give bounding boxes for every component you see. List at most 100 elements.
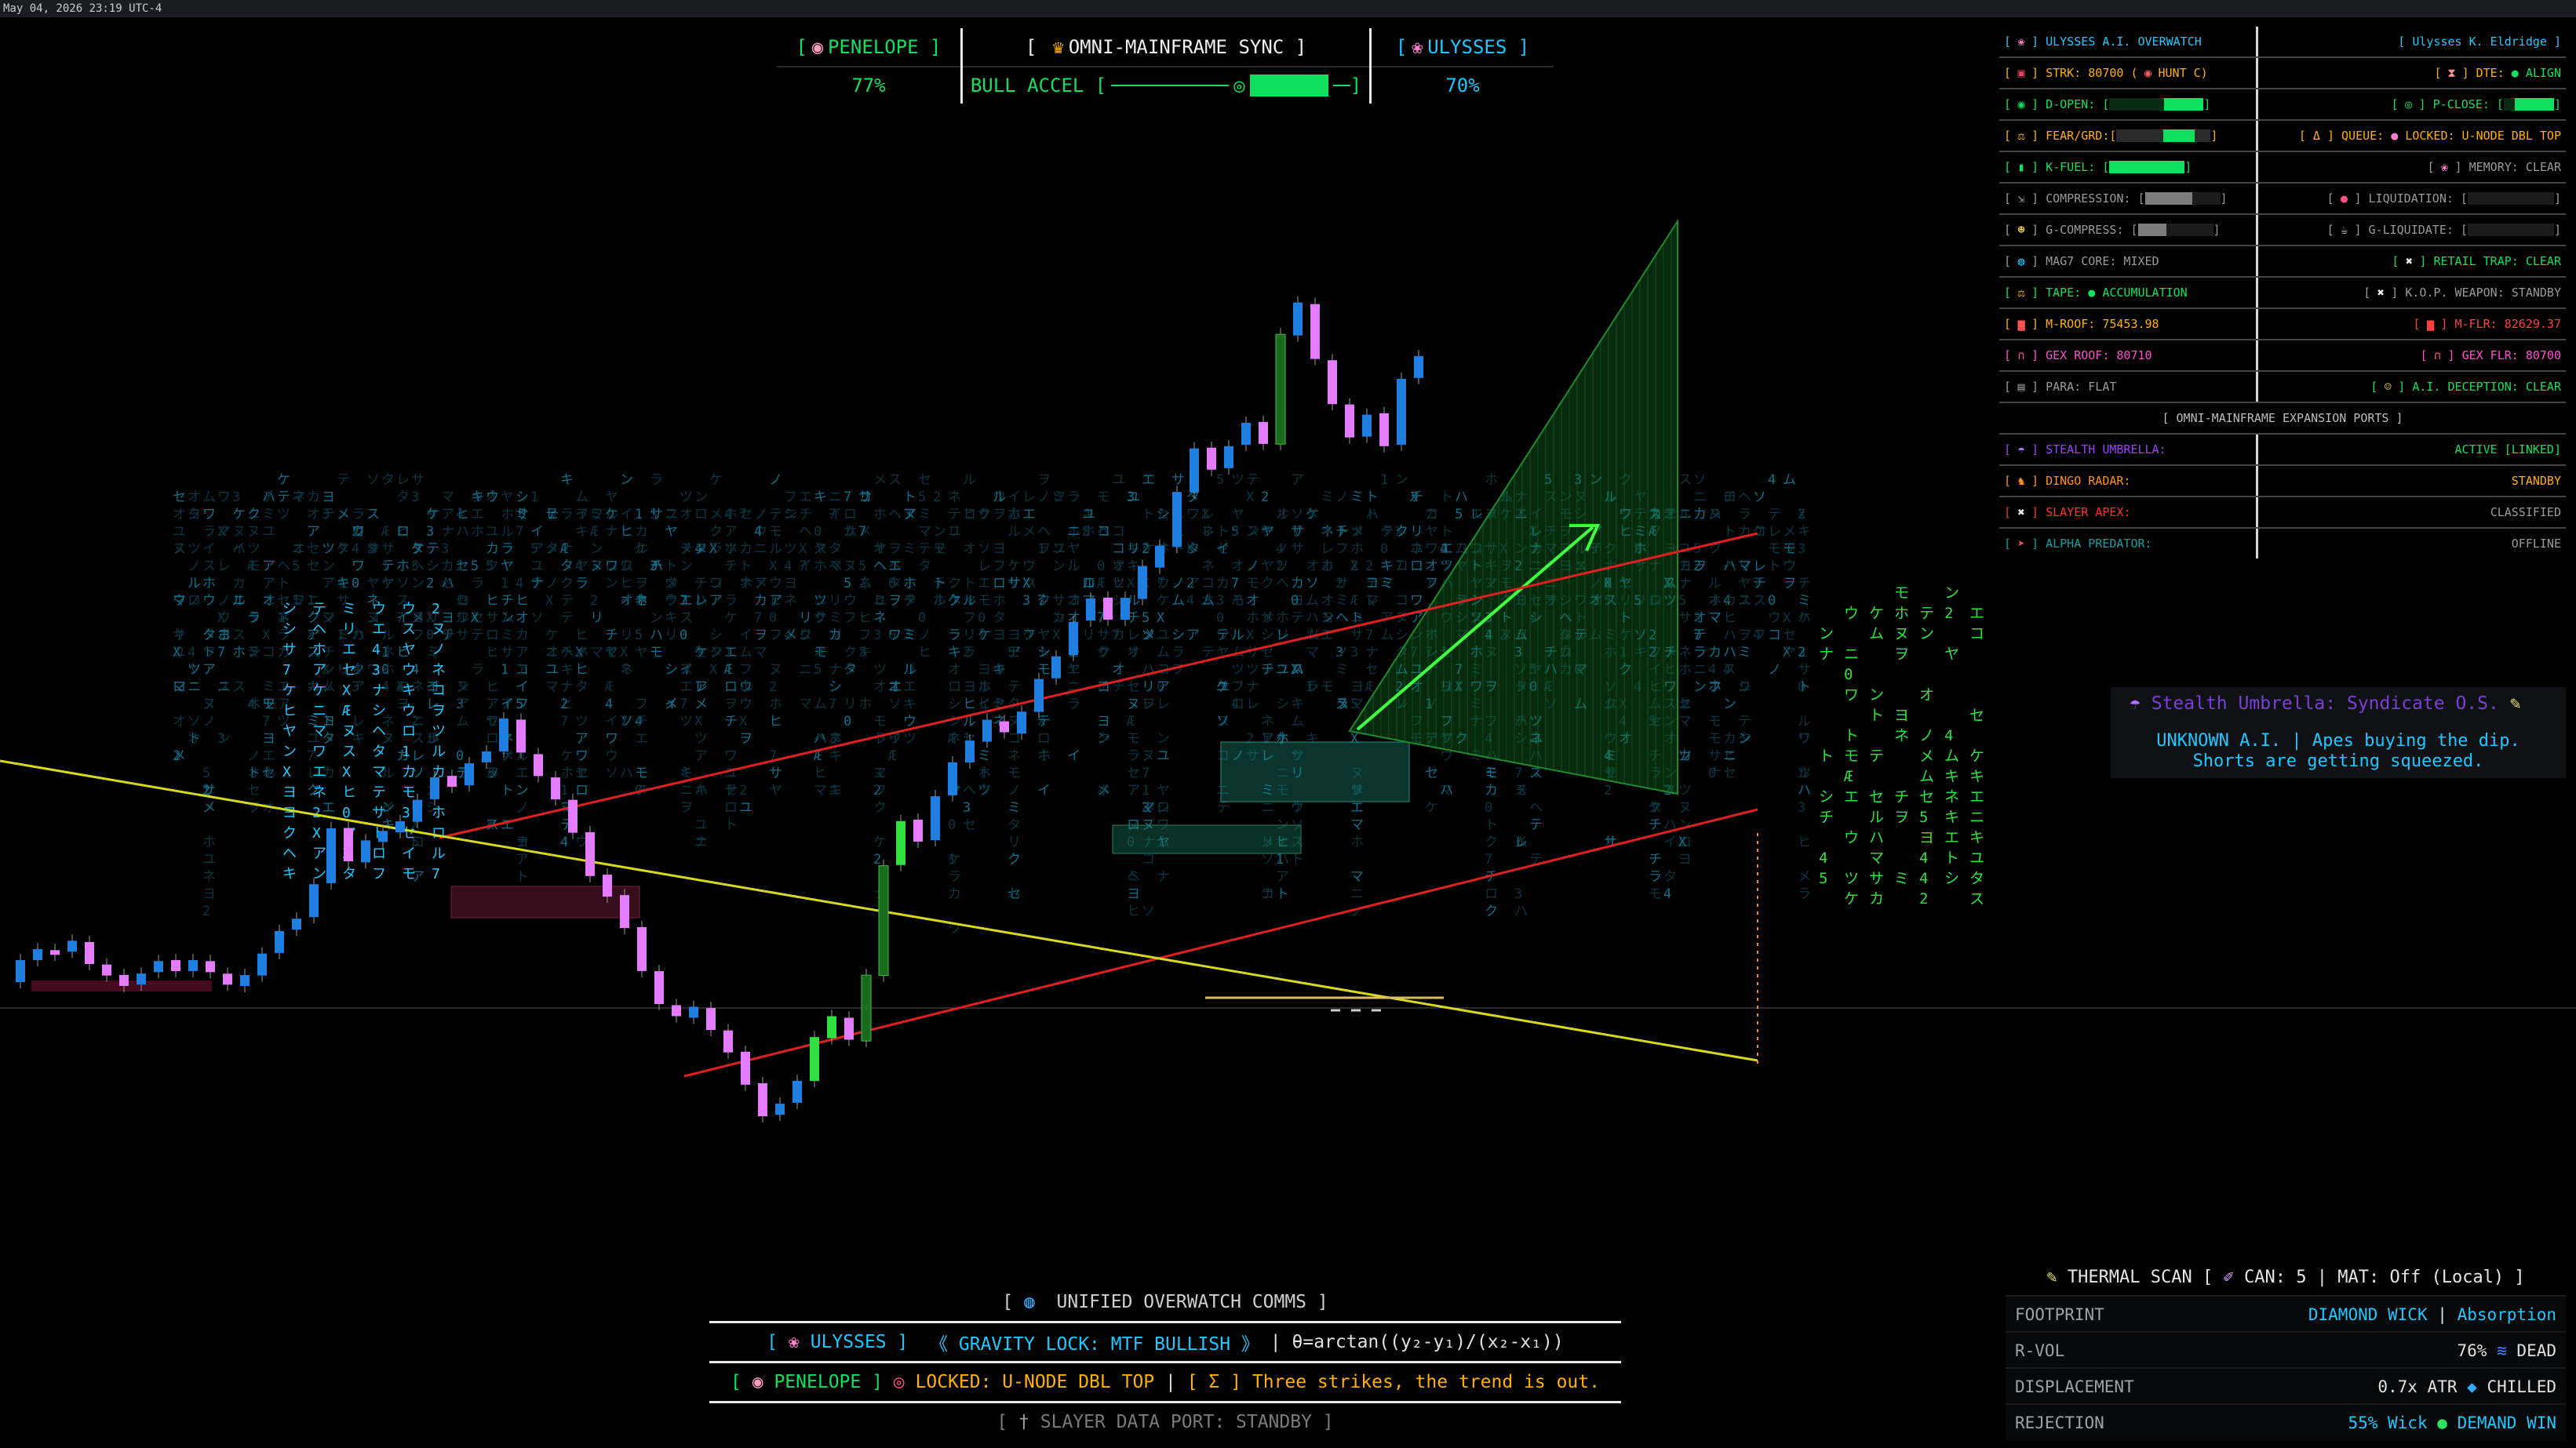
matrix-glyph: タ [1969,870,1984,887]
matrix-glyph: レ [1127,628,1140,643]
matrix-glyph: ノ [1037,489,1051,505]
matrix-glyph: ノ [432,642,446,658]
candle-body [119,974,129,986]
matrix-glyph: ヒ [342,784,356,801]
matrix-glyph: ウ [1157,576,1170,591]
matrix-glyph: テ [1216,800,1230,816]
matrix-glyph: フ [635,697,648,712]
matrix-glyph: ロ [724,800,738,816]
matrix-glyph: X [1246,628,1255,643]
matrix-glyph: テ [1380,524,1394,540]
matrix-glyph: ト [1944,850,1959,867]
matrix-glyph: テ [426,541,439,557]
matrix-glyph: タ [888,576,902,591]
matrix-glyph: サ [1291,541,1304,557]
matrix-glyph: チ [724,714,738,729]
port-slayer-apex[interactable]: [✖] SLAYER APEX: CLASSIFIED [1999,497,2566,529]
matrix-glyph: カ [1708,645,1722,660]
matrix-glyph: テ [312,601,326,617]
matrix-glyph: ヲ [993,507,1006,522]
matrix-glyph: ヒ [486,679,499,695]
candle-body [240,975,250,987]
matrix-glyph: チ [694,576,708,591]
matrix-glyph: セ [1723,766,1736,781]
matrix-glyph: イ [1007,489,1021,505]
matrix-glyph: ホ [312,642,326,658]
comms-ulysses-row: [ ❀ ULYSSES ] 《 GRAVITY LOCK: MTF BULLIS… [709,1323,1621,1361]
matrix-glyph: リ [590,610,603,626]
matrix-glyph: モ [1007,766,1021,781]
matrix-glyph: ツ [247,541,261,557]
matrix-glyph: ラ [352,507,365,522]
matrix-glyph: マ [605,645,618,660]
matrix-glyph: メ [754,576,767,591]
green-dot-icon: ● [2437,1413,2447,1432]
stealth-title: Stealth Umbrella: Syndicate O.S. [2151,693,2499,714]
matrix-glyph: ヘ [948,593,961,609]
matrix-glyph: ヨ [1919,829,1934,846]
matrix-glyph: ス [366,507,380,522]
matrix-glyph: ソ [366,472,380,488]
matrix-glyph: ケ [232,507,246,522]
matrix-glyph: ハ [1514,904,1528,919]
matrix-glyph: ヤ [501,489,514,505]
candle-body [430,777,439,799]
matrix-glyph: ウ [665,593,678,609]
matrix-glyph: ヨ [1321,610,1334,626]
matrix-glyph: ネ [1894,727,1909,744]
candle-body [792,1080,802,1103]
matrix-glyph: ホ [501,507,514,522]
matrix-glyph: 7 [262,714,270,729]
matrix-glyph: モ [247,558,261,574]
matrix-glyph: メ [1022,524,1036,540]
matrix-glyph: ス [1246,524,1259,540]
matrix-glyph: セ [1127,679,1140,695]
matrix-glyph: セ [342,662,356,679]
matrix-glyph: ラ [247,610,261,626]
matrix-glyph: ン [933,524,946,540]
matrix-glyph: 3 [372,662,381,679]
candle-body [206,961,215,973]
matrix-glyph: ワ [1216,628,1230,643]
matrix-glyph: ロ [173,679,186,695]
matrix-glyph: ア [1157,679,1170,695]
zzz-icon: ≋ [2497,1341,2507,1360]
matrix-glyph: 0 [769,610,777,626]
matrix-glyph: X [769,558,778,574]
matrix-glyph: メ [202,800,216,816]
matrix-glyph: ヒ [1112,576,1125,591]
port-stealth-umbrella[interactable]: [☂] STEALTH UMBRELLA: ACTIVE [LINKED] [1999,435,2566,466]
matrix-glyph: ケ [426,507,439,522]
matrix-glyph: 4 [605,697,613,712]
hourglass-icon: ⧗ [2447,66,2456,80]
magnet-icon: ∩ [2017,348,2025,362]
port-alpha-predator[interactable]: [➤] ALPHA PREDATOR: OFFLINE [1999,529,2566,558]
matrix-glyph: ヲ [575,507,588,522]
matrix-glyph: ク [1007,852,1021,868]
matrix-glyph: エ [1470,507,1483,522]
matrix-glyph: ク [709,524,723,540]
matrix-glyph: ツ [1231,662,1244,678]
matrix-glyph: 1 [501,662,508,678]
matrix-glyph: ネ [873,610,887,626]
ulysses-value: 70% [1445,75,1480,96]
matrix-glyph: ケ [282,682,297,699]
matrix-glyph: ノ [769,472,782,488]
matrix-glyph: レ [411,748,424,764]
matrix-glyph: ヤ [402,642,416,658]
brain-icon: ❀ [2017,35,2025,49]
candle-body [499,719,508,752]
matrix-glyph: イ [1663,835,1677,850]
port-dingo-radar[interactable]: [♞] DINGO RADAR: STANDBY [1999,466,2566,497]
matrix-glyph: 4 [754,524,762,540]
matrix-glyph: タ [1663,869,1677,885]
matrix-glyph: ト [516,869,529,885]
matrix-glyph: ミ [262,507,275,522]
matrix-glyph: 2 [1365,558,1373,574]
matrix-glyph: ク [560,576,574,591]
matrix-glyph: キ [1798,524,1811,540]
matrix-glyph: X [1157,610,1165,626]
matrix-glyph: ト [277,576,290,591]
matrix-glyph: ナ [1365,645,1379,660]
matrix-glyph: ラ [575,576,588,591]
